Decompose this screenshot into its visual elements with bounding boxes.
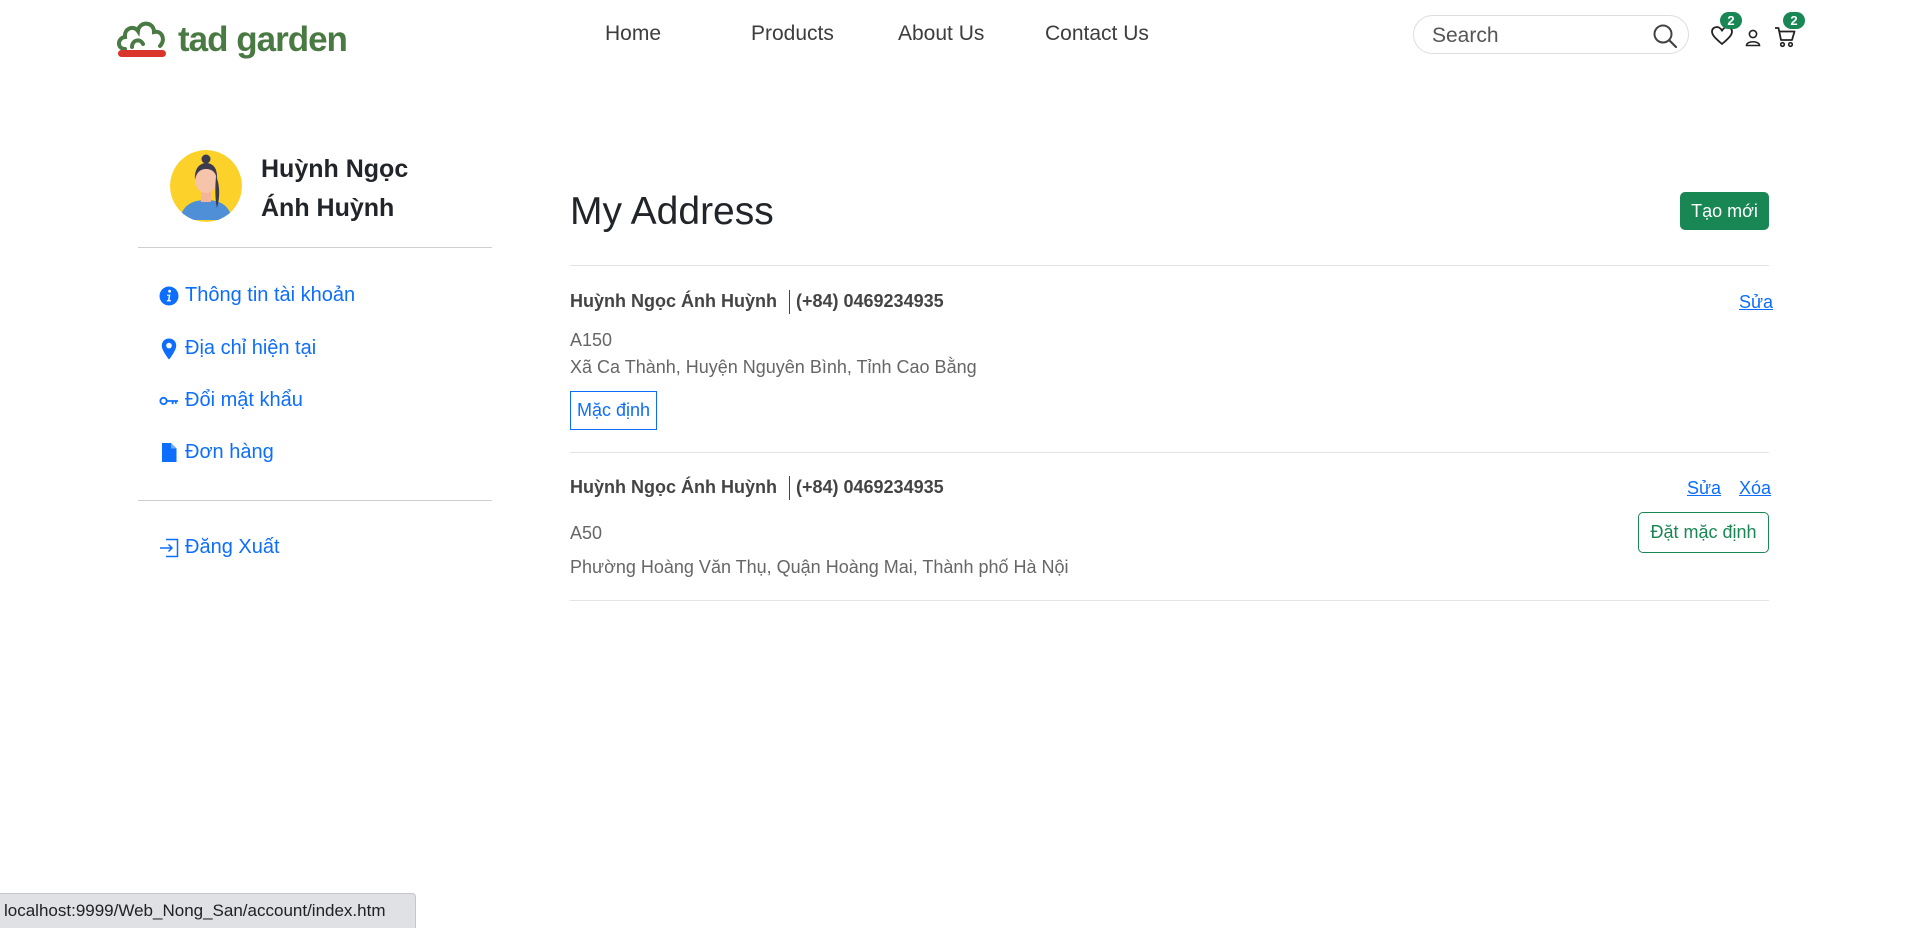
wishlist-count-badge: 2 — [1720, 12, 1742, 29]
address-1-phone: (+84) 0469234935 — [795, 290, 944, 311]
map-pin-icon — [159, 338, 179, 360]
info-icon — [159, 285, 179, 307]
address-1-header: Huỳnh Ngọc Ánh Huỳnh (+84) 0469234935 — [570, 290, 944, 314]
profile-name-line2: Ánh Huỳnh — [261, 194, 395, 222]
search-input[interactable] — [1430, 22, 1644, 50]
address-2-line1: A50 — [570, 523, 603, 543]
address-2-phone: (+84) 0469234935 — [795, 476, 944, 497]
sidebar-item-label: Đơn hàng — [185, 441, 274, 463]
cart-icon[interactable] — [1774, 26, 1796, 53]
default-address-badge: Mặc định — [570, 391, 657, 430]
nav-products[interactable]: Products — [751, 22, 834, 46]
brand-name: tad garden — [178, 19, 348, 59]
logout-label: Đăng Xuất — [185, 536, 280, 558]
sidebar-item-label: Thông tin tài khoản — [185, 284, 356, 306]
title-divider — [570, 265, 1769, 266]
address-2-delete-link[interactable]: Xóa — [1739, 478, 1771, 499]
key-icon — [159, 390, 179, 412]
sidebar-item-change-password[interactable]: Đổi mật khẩu — [159, 389, 303, 412]
sidebar-item-label: Đổi mật khẩu — [185, 389, 303, 411]
brand-logo[interactable]: tad garden — [116, 16, 348, 63]
sidebar-divider-bottom — [138, 500, 492, 501]
address-1-line2: Xã Ca Thành, Huyện Nguyên Bình, Tỉnh Cao… — [570, 357, 977, 377]
address-1-edit-link[interactable]: Sửa — [1739, 292, 1773, 313]
sidebar-logout[interactable]: Đăng Xuất — [159, 536, 280, 559]
address-2-name: Huỳnh Ngọc Ánh Huỳnh — [570, 476, 777, 497]
document-icon — [159, 442, 179, 464]
avatar — [170, 150, 242, 222]
user-icon[interactable] — [1745, 29, 1761, 52]
search-box — [1413, 15, 1689, 54]
profile-name-line1: Huỳnh Ngọc — [261, 155, 409, 183]
set-default-button[interactable]: Đặt mặc định — [1638, 512, 1769, 553]
name-phone-separator — [788, 476, 790, 500]
address-2-line2: Phường Hoàng Văn Thụ, Quận Hoàng Mai, Th… — [570, 557, 1069, 577]
search-icon[interactable] — [1652, 23, 1678, 54]
address-2-edit-link[interactable]: Sửa — [1687, 478, 1721, 499]
name-phone-separator — [788, 290, 790, 314]
cart-count-badge: 2 — [1783, 12, 1805, 29]
sidebar-divider-top — [138, 247, 492, 248]
nav-about-us[interactable]: About Us — [898, 22, 984, 46]
profile-name: Huỳnh Ngọc Ánh Huỳnh — [261, 150, 461, 228]
sidebar-item-current-address[interactable]: Địa chỉ hiện tại — [159, 337, 316, 360]
address-list-bottom-divider — [570, 600, 1769, 601]
sidebar-item-account-info[interactable]: Thông tin tài khoản — [159, 284, 355, 307]
sidebar-item-orders[interactable]: Đơn hàng — [159, 441, 274, 464]
nav-home[interactable]: Home — [605, 22, 661, 46]
nav-contact-us[interactable]: Contact Us — [1045, 22, 1149, 46]
heart-icon[interactable] — [1711, 26, 1733, 51]
sidebar-item-label: Địa chỉ hiện tại — [185, 337, 317, 359]
address-2-header: Huỳnh Ngọc Ánh Huỳnh (+84) 0469234935 — [570, 476, 944, 500]
browser-status-bar: localhost:9999/Web_Nong_San/account/inde… — [0, 893, 416, 928]
address-divider — [570, 452, 1769, 453]
logo-icon — [116, 16, 168, 63]
address-1-name: Huỳnh Ngọc Ánh Huỳnh — [570, 290, 777, 311]
address-1-line1: A150 — [570, 330, 613, 350]
create-address-button[interactable]: Tạo mới — [1680, 192, 1769, 230]
logout-icon — [159, 537, 179, 559]
page-title: My Address — [570, 190, 774, 233]
